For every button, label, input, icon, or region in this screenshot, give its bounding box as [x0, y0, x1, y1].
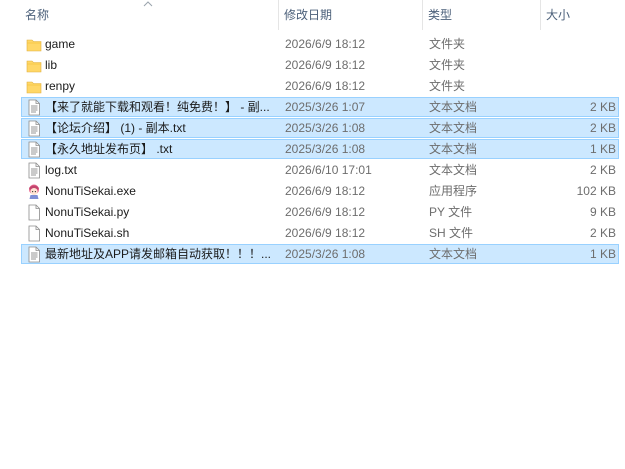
column-header-date-modified[interactable]: 修改日期 — [279, 0, 422, 30]
column-header-name[interactable]: 名称 — [20, 0, 278, 30]
file-name[interactable]: game — [45, 35, 277, 53]
file-row[interactable]: 【永久地址发布页】 .txt 2025/3/26 1:08 文本文档 1 KB — [21, 139, 619, 159]
file-name[interactable]: lib — [45, 56, 277, 74]
file-type: SH 文件 — [429, 226, 474, 240]
column-header-size[interactable]: 大小 — [541, 0, 625, 30]
text-file-icon — [26, 246, 42, 263]
file-size — [542, 35, 616, 53]
file-date: 2025/3/26 1:08 — [285, 247, 366, 261]
column-header-type[interactable]: 类型 — [423, 0, 540, 30]
file-row[interactable]: game 2026/6/9 18:12 文件夹 — [21, 34, 619, 54]
file-row[interactable]: renpy 2026/6/9 18:12 文件夹 — [21, 76, 619, 96]
file-name[interactable]: log.txt — [45, 161, 277, 179]
file-size: 1 KB — [589, 142, 616, 156]
file-row[interactable]: 【论坛介绍】 (1) - 副本.txt 2025/3/26 1:08 文本文档 2 K… — [21, 118, 619, 138]
file-type: 文本文档 — [429, 247, 478, 261]
file-type: 文件夹 — [429, 79, 466, 93]
file-size: 2 KB — [589, 163, 616, 177]
text-file-icon — [26, 99, 42, 116]
file-size: 102 KB — [576, 184, 616, 198]
text-file-icon — [26, 141, 42, 158]
file-date: 2025/3/26 1:07 — [285, 100, 366, 114]
file-type: 应用程序 — [429, 184, 478, 198]
file-size: 2 KB — [589, 100, 616, 114]
folder-icon — [26, 78, 42, 95]
text-file-icon — [26, 120, 42, 137]
file-row[interactable]: NonuTiSekai.py 2026/6/9 18:12 PY 文件 9 KB — [21, 202, 619, 222]
column-header: 名称 修改日期 类型 大小 — [0, 0, 625, 30]
file-date: 2026/6/9 18:12 — [285, 79, 366, 93]
file-row[interactable]: lib 2026/6/9 18:12 文件夹 — [21, 55, 619, 75]
file-type: 文件夹 — [429, 58, 466, 72]
blank-file-icon — [26, 204, 42, 221]
file-name[interactable]: NonuTiSekai.sh — [45, 224, 277, 242]
file-size: 2 KB — [589, 121, 616, 135]
file-name[interactable]: 最新地址及APP请发邮箱自动获取！！！... — [45, 245, 277, 263]
file-name[interactable]: 【永久地址发布页】 .txt — [45, 140, 277, 158]
file-size: 1 KB — [589, 247, 616, 261]
folder-icon — [26, 57, 42, 74]
file-type: 文本文档 — [429, 163, 478, 177]
file-size: 2 KB — [589, 226, 616, 240]
blank-file-icon — [26, 225, 42, 242]
file-size — [542, 77, 616, 95]
file-date: 2026/6/9 18:12 — [285, 205, 366, 219]
file-explorer: 名称 修改日期 类型 大小 game 2026/6/9 18:12 文件夹 lib 20… — [0, 0, 625, 469]
file-name[interactable]: NonuTiSekai.exe — [45, 182, 277, 200]
file-size — [542, 56, 616, 74]
file-type: 文本文档 — [429, 121, 478, 135]
file-row[interactable]: 最新地址及APP请发邮箱自动获取！！！... 2025/3/26 1:08 文本文档… — [21, 244, 619, 264]
file-type: 文本文档 — [429, 142, 478, 156]
file-date: 2025/3/26 1:08 — [285, 121, 366, 135]
file-date: 2026/6/10 17:01 — [285, 163, 372, 177]
file-date: 2026/6/9 18:12 — [285, 184, 366, 198]
file-name[interactable]: 【论坛介绍】 (1) - 副本.txt — [45, 119, 277, 137]
file-size: 9 KB — [589, 205, 616, 219]
file-name[interactable]: 【来了就能下载和观看！纯免费！】 - 副... — [45, 98, 277, 116]
app-icon — [26, 183, 42, 200]
file-date: 2026/6/9 18:12 — [285, 58, 366, 72]
text-file-icon — [26, 162, 42, 179]
file-row[interactable]: NonuTiSekai.exe 2026/6/9 18:12 应用程序 102 KB — [21, 181, 619, 201]
file-date: 2026/6/9 18:12 — [285, 37, 366, 51]
file-row[interactable]: 【来了就能下载和观看！纯免费！】 - 副... 2025/3/26 1:07 文本文… — [21, 97, 619, 117]
file-type: 文本文档 — [429, 100, 478, 114]
folder-icon — [26, 36, 42, 53]
file-name[interactable]: NonuTiSekai.py — [45, 203, 277, 221]
file-name[interactable]: renpy — [45, 77, 277, 95]
file-date: 2026/6/9 18:12 — [285, 226, 366, 240]
file-type: PY 文件 — [429, 205, 473, 219]
file-type: 文件夹 — [429, 37, 466, 51]
file-row[interactable]: NonuTiSekai.sh 2026/6/9 18:12 SH 文件 2 KB — [21, 223, 619, 243]
file-row[interactable]: log.txt 2026/6/10 17:01 文本文档 2 KB — [21, 160, 619, 180]
file-date: 2025/3/26 1:08 — [285, 142, 366, 156]
